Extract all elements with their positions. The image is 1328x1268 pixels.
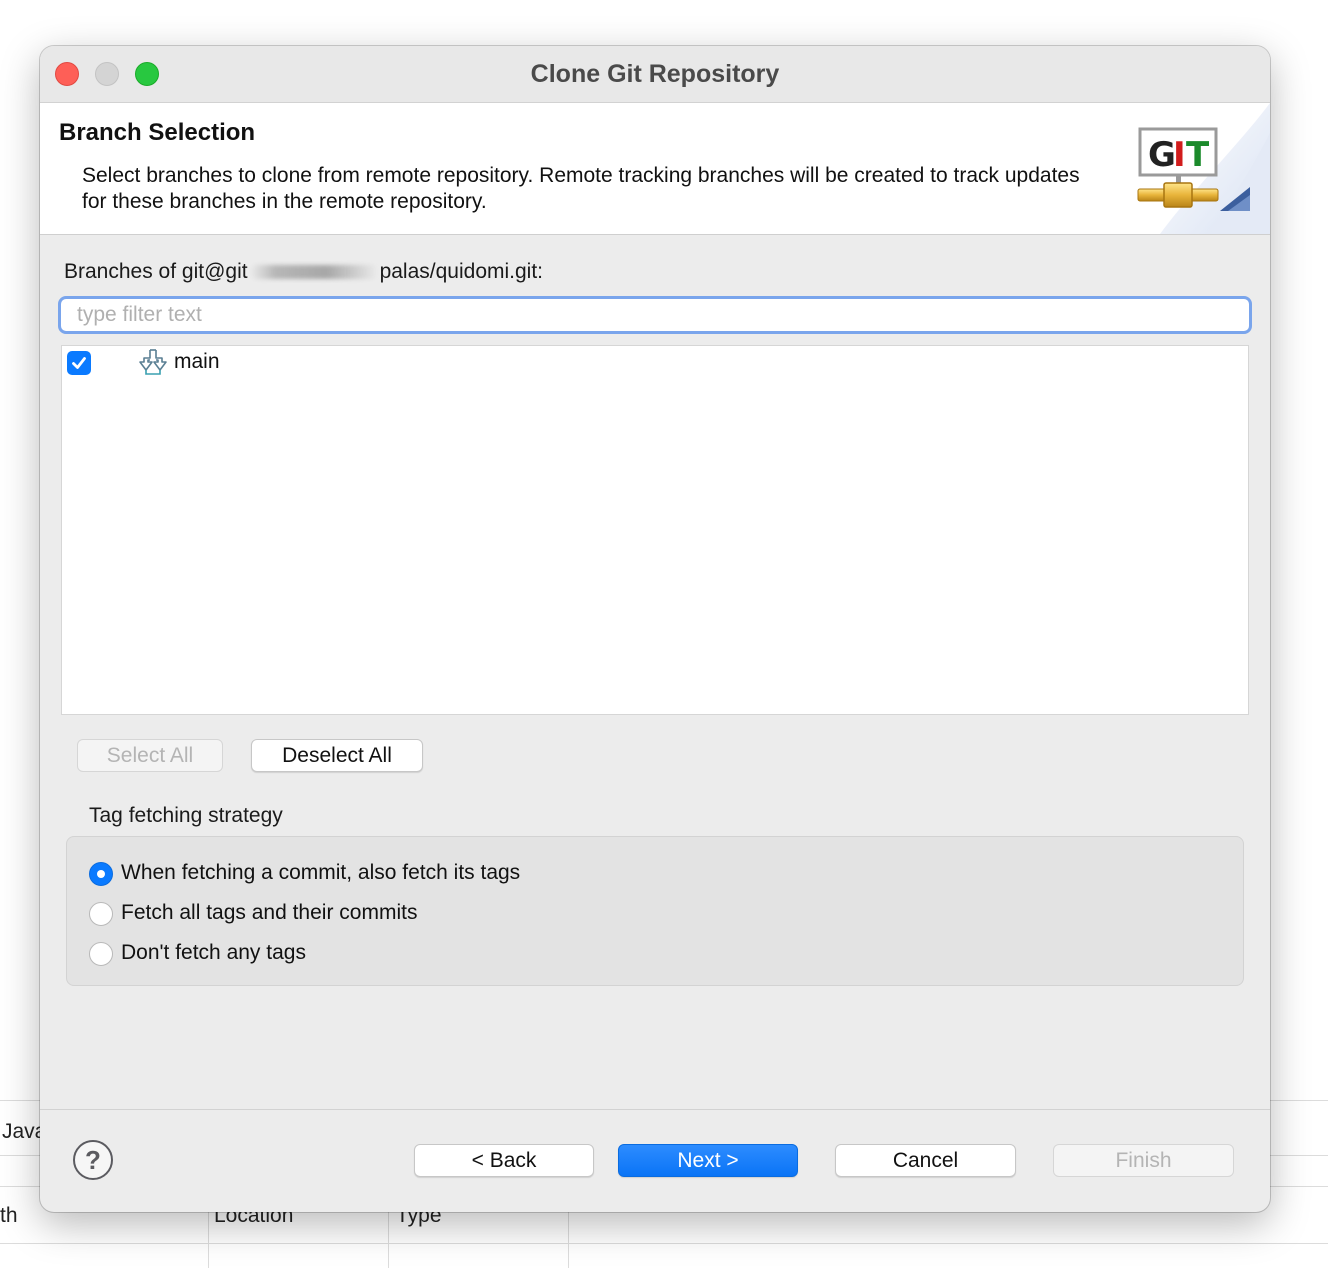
- page-title: Branch Selection: [59, 119, 256, 146]
- tag-strategy-group: When fetching a commit, also fetch its t…: [66, 836, 1244, 986]
- window-title: Clone Git Repository: [530, 60, 780, 88]
- back-button[interactable]: < Back: [414, 1144, 594, 1177]
- wizard-header: Branch Selection Select branches to clon…: [40, 103, 1270, 235]
- svg-text:G: G: [1148, 135, 1176, 175]
- git-logo-icon: G I T: [1137, 103, 1270, 234]
- branches-label-prefix: Branches of git@git: [64, 260, 248, 283]
- next-button[interactable]: Next >: [618, 1144, 798, 1177]
- help-icon[interactable]: ?: [73, 1140, 113, 1180]
- svg-text:I: I: [1173, 135, 1186, 175]
- radio-button[interactable]: [89, 902, 113, 926]
- radio-label: Don't fetch any tags: [121, 941, 306, 964]
- deselect-all-button[interactable]: Deselect All: [251, 739, 423, 772]
- redacted-host: [249, 265, 378, 280]
- footer-divider: [40, 1109, 1270, 1110]
- filter-field: [58, 296, 1252, 334]
- bg-column-header: th: [0, 1204, 18, 1227]
- branches-label: Branches of git@git palas/quidomi.git:: [64, 260, 543, 284]
- bg-divider: [0, 1243, 1328, 1244]
- filter-input[interactable]: [61, 299, 1249, 331]
- clone-git-repository-dialog: Clone Git Repository Branch Selection Se…: [40, 46, 1270, 1212]
- branch-name: main: [174, 350, 220, 373]
- radio-label: Fetch all tags and their commits: [121, 901, 418, 924]
- svg-text:T: T: [1186, 135, 1210, 175]
- branch-icon: [139, 349, 167, 375]
- branch-row[interactable]: main: [62, 346, 1248, 380]
- branch-checkbox[interactable]: [67, 351, 91, 375]
- cancel-button[interactable]: Cancel: [835, 1144, 1016, 1177]
- page-description: Select branches to clone from remote rep…: [82, 164, 1080, 213]
- select-all-button[interactable]: Select All: [77, 739, 223, 772]
- branch-list[interactable]: main: [61, 345, 1249, 715]
- radio-button-selected[interactable]: [89, 862, 113, 886]
- radio-button[interactable]: [89, 942, 113, 966]
- radio-label: When fetching a commit, also fetch its t…: [121, 861, 521, 884]
- checkmark-icon: [72, 357, 86, 369]
- finish-button[interactable]: Finish: [1053, 1144, 1234, 1177]
- tag-strategy-label: Tag fetching strategy: [89, 804, 283, 827]
- branches-label-suffix: palas/quidomi.git:: [379, 260, 544, 283]
- title-bar: Clone Git Repository: [40, 46, 1270, 103]
